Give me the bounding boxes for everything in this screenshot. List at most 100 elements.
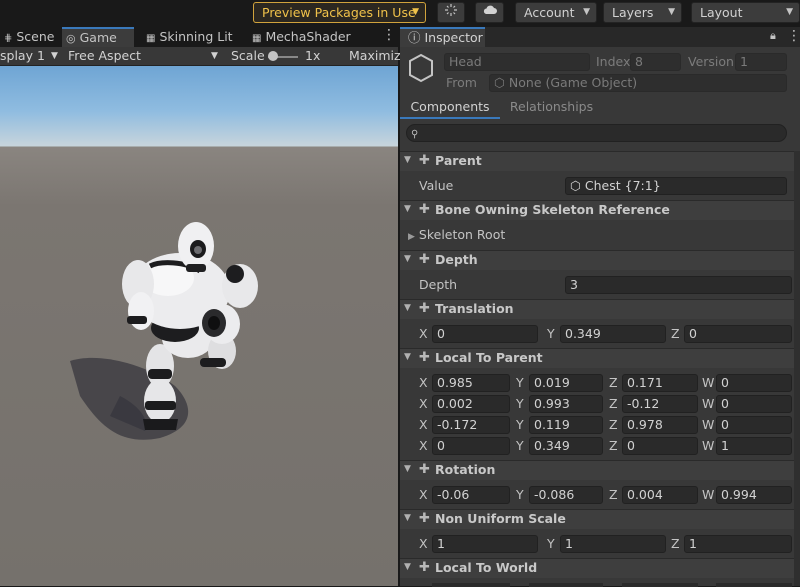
shader-icon: ▦ — [146, 33, 156, 44]
ltw-z-field[interactable] — [622, 583, 698, 587]
component-title: Local To World — [435, 560, 538, 575]
tab-skinning-lit[interactable]: ▦ Skinning Lit — [142, 27, 234, 47]
cloud-icon — [483, 5, 497, 14]
inspector-scrollbar[interactable] — [794, 151, 800, 586]
depth-field[interactable]: 3 — [565, 276, 792, 294]
component-header-local-to-world[interactable]: ▼ ✚ Local To World — [400, 558, 800, 578]
puzzle-icon: ✚ — [419, 560, 430, 575]
collapse-arrow-icon: ▼ — [404, 464, 411, 474]
scale-x-field[interactable]: 1 — [432, 535, 538, 553]
component-header-rotation[interactable]: ▼ ✚ Rotation — [400, 460, 800, 480]
entity-hexagon-icon — [409, 53, 433, 83]
tab-game[interactable]: ◎ Game — [62, 27, 134, 47]
translation-y-field[interactable]: 0.349 — [560, 325, 666, 343]
component-header-depth[interactable]: ▼ ✚ Depth — [400, 250, 800, 270]
tab-relationships[interactable]: Relationships — [500, 95, 603, 119]
aspect-dropdown[interactable]: Free Aspect ▼ — [68, 47, 222, 66]
axis-label-z: Z — [609, 396, 618, 411]
tab-components[interactable]: Components — [400, 95, 500, 119]
layers-dropdown[interactable]: Layers ▼ — [603, 2, 682, 23]
translation-z-field[interactable]: 0 — [684, 325, 792, 343]
display-dropdown[interactable]: splay 1 ▼ — [0, 47, 62, 66]
ltp-r1-x-field[interactable]: 0.002 — [432, 395, 510, 413]
component-title: Parent — [435, 153, 482, 168]
preview-packages-button[interactable]: Preview Packages in Use ▼ — [253, 2, 426, 23]
axis-label-y: Y — [547, 536, 555, 551]
ltp-r3-z-field[interactable]: 0 — [622, 437, 698, 455]
component-header-parent[interactable]: ▼ ✚ Parent — [400, 151, 800, 171]
ltw-w-field[interactable] — [716, 583, 792, 587]
component-header-non-uniform-scale[interactable]: ▼ ✚ Non Uniform Scale — [400, 509, 800, 529]
from-field: ⬡ None (Game Object) — [489, 74, 787, 92]
translation-x-field[interactable]: 0 — [432, 325, 538, 343]
chevron-down-icon: ▼ — [583, 7, 590, 17]
ltp-r3-w-field[interactable]: 1 — [716, 437, 792, 455]
ltp-r2-w-field[interactable]: 0 — [716, 416, 792, 434]
search-input[interactable]: ⚲ — [406, 124, 787, 142]
ltw-y-field[interactable] — [529, 583, 603, 587]
ltp-r2-y-field[interactable]: 0.119 — [529, 416, 603, 434]
component-header-local-to-parent[interactable]: ▼ ✚ Local To Parent — [400, 348, 800, 368]
ltp-r1-y-field[interactable]: 0.993 — [529, 395, 603, 413]
scale-z-field[interactable]: 1 — [684, 535, 792, 553]
ltp-r0-z-field[interactable]: 0.171 — [622, 374, 698, 392]
from-label: From — [446, 75, 477, 90]
lock-icon[interactable]: 🔒︎ — [770, 29, 776, 43]
ltp-r1-z-field[interactable]: -0.12 — [622, 395, 698, 413]
ltp-r0-y-field[interactable]: 0.019 — [529, 374, 603, 392]
more-options-icon[interactable]: ⋮ — [382, 27, 396, 43]
ltw-x-field[interactable] — [432, 583, 510, 587]
layout-dropdown[interactable]: Layout ▼ — [691, 2, 800, 23]
sparkle-button[interactable] — [437, 2, 465, 23]
ltp-r2-z-field[interactable]: 0.978 — [622, 416, 698, 434]
shader-icon: ▦ — [252, 33, 262, 44]
maximize-toggle[interactable]: Maximiz — [349, 47, 401, 66]
axis-label-x: X — [419, 438, 428, 453]
ltp-r0-x-field[interactable]: 0.985 — [432, 374, 510, 392]
axis-label-x: X — [419, 417, 428, 432]
inspector-panel: ⓘ Inspector 🔒︎ ⋮ Head Index 8 Version 1 … — [400, 27, 800, 587]
cloud-button[interactable] — [475, 2, 504, 23]
tab-inspector[interactable]: ⓘ Inspector — [400, 27, 485, 47]
ltp-r1-w-field[interactable]: 0 — [716, 395, 792, 413]
scale-y-field[interactable]: 1 — [560, 535, 666, 553]
rotation-x-field[interactable]: -0.06 — [432, 486, 510, 504]
sparkle-icon — [445, 4, 457, 16]
collapse-arrow-icon: ▼ — [404, 513, 411, 523]
parent-value-field[interactable]: ⬡ Chest {7:1} — [565, 177, 787, 195]
ltp-r0-w-field[interactable]: 0 — [716, 374, 792, 392]
tab-label: Scene — [16, 29, 55, 44]
axis-label-w: W — [702, 396, 715, 411]
account-dropdown[interactable]: Account ▼ — [515, 2, 597, 23]
axis-label-z: Z — [609, 487, 618, 502]
ltp-r3-y-field[interactable]: 0.349 — [529, 437, 603, 455]
component-header-bone-owning[interactable]: ▼ ✚ Bone Owning Skeleton Reference — [400, 200, 800, 220]
tab-mechashader[interactable]: ▦ MechaShader — [248, 27, 358, 47]
more-options-icon[interactable]: ⋮ — [787, 28, 800, 44]
scale-slider-handle[interactable] — [268, 51, 278, 61]
chevron-down-icon: ▼ — [51, 51, 58, 61]
puzzle-icon: ✚ — [419, 462, 430, 477]
value-label: Value — [419, 178, 454, 193]
skeleton-root-foldout[interactable]: ▶ Skeleton Root — [408, 226, 505, 246]
rotation-y-field[interactable]: -0.086 — [529, 486, 603, 504]
rotation-z-field[interactable]: 0.004 — [622, 486, 698, 504]
component-header-translation[interactable]: ▼ ✚ Translation — [400, 299, 800, 319]
chevron-down-icon: ▼ — [412, 7, 419, 17]
game-viewport[interactable] — [0, 66, 398, 586]
parent-value: Chest {7:1} — [584, 178, 661, 193]
tab-label: Inspector — [424, 30, 483, 45]
collapse-arrow-icon: ▼ — [404, 204, 411, 214]
scale-value: 1x — [305, 48, 321, 63]
component-title: Translation — [435, 301, 514, 316]
ltp-r3-x-field[interactable]: 0 — [432, 437, 510, 455]
axis-label-z: Z — [671, 536, 680, 551]
rotation-w-field[interactable]: 0.994 — [716, 486, 792, 504]
ltp-r2-x-field[interactable]: -0.172 — [432, 416, 510, 434]
main-toolbar: Preview Packages in Use ▼ Account ▼ Laye… — [0, 0, 800, 27]
component-title: Depth — [435, 252, 478, 267]
tab-scene[interactable]: ⋕ Scene — [0, 27, 62, 47]
entity-name-field: Head — [444, 53, 590, 71]
tab-label: Skinning Lit — [159, 29, 233, 44]
layout-label: Layout — [700, 5, 743, 20]
